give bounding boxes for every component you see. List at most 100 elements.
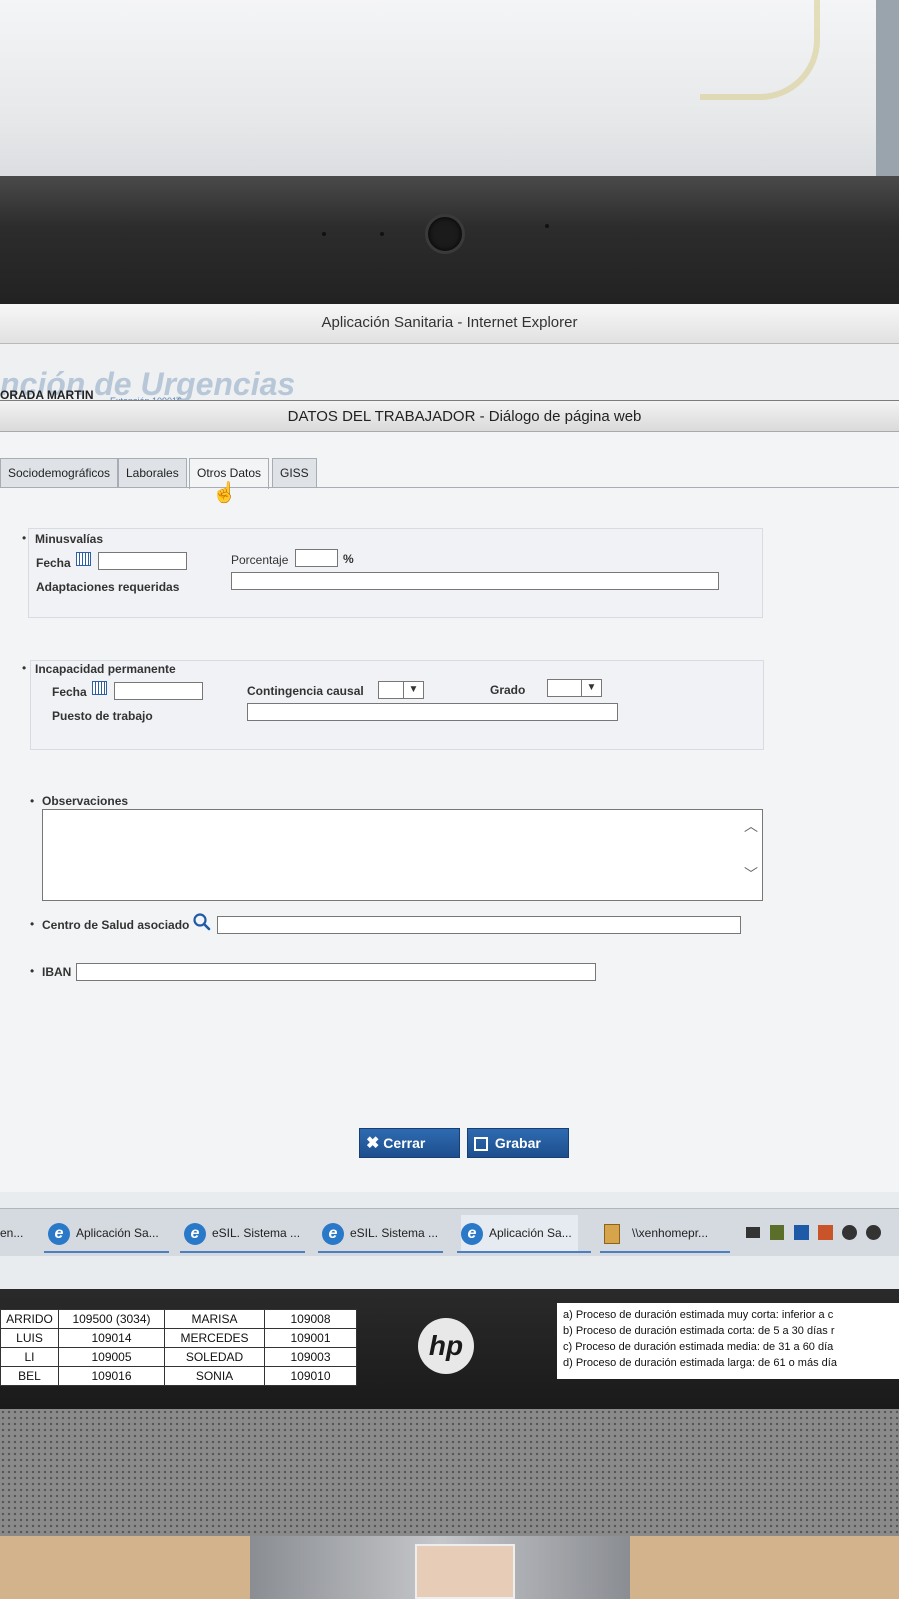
folder-icon bbox=[604, 1223, 620, 1244]
observaciones-heading: Observaciones bbox=[42, 794, 129, 808]
table-cell: ARRIDO bbox=[0, 1309, 59, 1329]
table-row: LUIS 109014 MERCEDES 109001 bbox=[0, 1328, 357, 1348]
taskbar-item-esil[interactable]: e eSIL. Sistema ... bbox=[184, 1215, 300, 1251]
search-icon[interactable] bbox=[192, 912, 212, 932]
taskbar-active-indicator bbox=[600, 1251, 730, 1253]
scroll-up-icon[interactable]: ︿ bbox=[744, 816, 758, 836]
contingencia-select[interactable]: ▼ bbox=[378, 681, 424, 699]
window-frame bbox=[876, 0, 899, 180]
internet-explorer-icon: e bbox=[184, 1222, 206, 1245]
centro-salud-input[interactable] bbox=[217, 916, 741, 934]
note-line: b) Proceso de duración estimada corta: d… bbox=[563, 1325, 835, 1337]
webcam bbox=[425, 214, 465, 254]
headset-icon[interactable] bbox=[866, 1225, 881, 1240]
tab-laborales[interactable]: Laborales bbox=[118, 458, 187, 488]
speaker-grille bbox=[0, 1409, 899, 1536]
tray-app-icon[interactable] bbox=[818, 1225, 833, 1240]
taskbar-item-folder[interactable]: \\xenhomepr... bbox=[604, 1215, 708, 1251]
internet-explorer-icon: e bbox=[48, 1222, 70, 1245]
taskbar-item-aplicacion[interactable]: e Aplicación Sa... bbox=[48, 1215, 159, 1251]
mail-icon[interactable] bbox=[746, 1227, 760, 1238]
extension-sheet: ARRIDO 109500 (3034) MARISA 109008 LUIS … bbox=[0, 1309, 357, 1386]
close-icon: ✖ bbox=[366, 1135, 380, 1152]
puesto-input[interactable] bbox=[247, 703, 618, 721]
percent-sign: % bbox=[343, 552, 354, 566]
browser-title-bar[interactable]: Aplicación Sanitaria - Internet Explorer bbox=[0, 304, 899, 344]
photo bbox=[415, 1544, 515, 1599]
iban-label: IBAN bbox=[42, 965, 72, 979]
bullet-icon: • bbox=[30, 794, 35, 808]
taskbar-item[interactable]: en... bbox=[0, 1215, 23, 1251]
taskbar-label: Aplicación Sa... bbox=[76, 1226, 159, 1240]
table-row: ARRIDO 109500 (3034) MARISA 109008 bbox=[0, 1309, 357, 1329]
taskbar-label: eSIL. Sistema ... bbox=[350, 1226, 439, 1240]
tab-label: Otros Datos bbox=[197, 466, 262, 480]
table-row: BEL 109016 SONIA 109010 bbox=[0, 1366, 357, 1386]
grado-select[interactable]: ▼ bbox=[547, 679, 602, 697]
incapacidad-heading: Incapacidad permanente bbox=[35, 662, 176, 676]
tab-label: Laborales bbox=[126, 466, 179, 480]
hand-cursor-icon: ☝ bbox=[212, 482, 237, 504]
contingencia-label: Contingencia causal bbox=[247, 684, 364, 698]
note-line: a) Proceso de duración estimada muy cort… bbox=[563, 1309, 834, 1321]
sensor-dot bbox=[380, 232, 384, 236]
table-cell: 109010 bbox=[264, 1366, 357, 1386]
minusvalias-fecha-input[interactable] bbox=[98, 552, 187, 570]
iban-input[interactable] bbox=[76, 963, 596, 981]
duration-note: a) Proceso de duración estimada muy cort… bbox=[557, 1303, 899, 1379]
cerrar-label: Cerrar bbox=[383, 1135, 426, 1151]
taskbar-item-esil[interactable]: e eSIL. Sistema ... bbox=[322, 1215, 438, 1251]
bullet-icon: • bbox=[22, 661, 27, 675]
taskbar-active-indicator bbox=[44, 1251, 169, 1253]
tab-label: GISS bbox=[280, 466, 309, 480]
grabar-button[interactable]: Grabar bbox=[467, 1128, 569, 1158]
table-row: LI 109005 SOLEDAD 109003 bbox=[0, 1347, 357, 1367]
porcentaje-input[interactable] bbox=[295, 549, 338, 567]
minusvalias-fecha-label: Fecha bbox=[36, 556, 71, 570]
bullet-icon: • bbox=[22, 531, 27, 545]
taskbar-item-aplicacion[interactable]: e Aplicación Sa... bbox=[461, 1215, 578, 1251]
table-cell: 109016 bbox=[58, 1366, 165, 1386]
table-cell: 109001 bbox=[264, 1328, 357, 1348]
note-line: d) Proceso de duración estimada larga: d… bbox=[563, 1357, 837, 1369]
cerrar-button[interactable]: ✖ Cerrar bbox=[359, 1128, 460, 1158]
porcentaje-label: Porcentaje bbox=[231, 553, 289, 567]
hp-logo: hp bbox=[418, 1318, 474, 1374]
calendar-icon[interactable] bbox=[76, 552, 91, 566]
tray-app-icon[interactable] bbox=[842, 1225, 857, 1240]
taskbar-label: Aplicación Sa... bbox=[489, 1226, 572, 1240]
tab-sociodemograficos[interactable]: Sociodemográficos bbox=[0, 458, 119, 488]
table-cell: 109005 bbox=[58, 1347, 165, 1367]
table-cell: MERCEDES bbox=[164, 1328, 265, 1348]
tab-giss[interactable]: GISS bbox=[272, 458, 317, 488]
observaciones-textarea[interactable] bbox=[42, 809, 763, 901]
calendar-icon[interactable] bbox=[92, 681, 107, 695]
bullet-icon: • bbox=[30, 964, 35, 978]
table-cell: 109500 (3034) bbox=[58, 1309, 165, 1329]
scroll-down-icon[interactable]: ﹀ bbox=[744, 864, 758, 884]
taskbar-active-indicator bbox=[180, 1251, 305, 1253]
dialog-title: DATOS DEL TRABAJADOR - Diálogo de página… bbox=[287, 408, 642, 425]
adaptaciones-input[interactable] bbox=[231, 572, 719, 590]
table-cell: BEL bbox=[0, 1366, 59, 1386]
internet-explorer-icon: e bbox=[461, 1222, 483, 1245]
incapacidad-fecha-input[interactable] bbox=[114, 682, 203, 700]
dialog-body: Sociodemográficos Laborales Otros Datos … bbox=[0, 432, 899, 1192]
sensor-dot bbox=[545, 224, 549, 228]
save-icon bbox=[474, 1137, 488, 1152]
taskbar-active-indicator bbox=[318, 1251, 443, 1253]
dialog-title-bar[interactable]: DATOS DEL TRABAJADOR - Diálogo de página… bbox=[0, 400, 899, 432]
grado-label: Grado bbox=[490, 683, 526, 697]
outlook-icon[interactable] bbox=[794, 1225, 809, 1240]
incapacidad-fecha-label: Fecha bbox=[52, 685, 87, 699]
table-cell: SONIA bbox=[164, 1366, 265, 1386]
tray-app-icon[interactable] bbox=[770, 1225, 784, 1240]
screen: Aplicación Sanitaria - Internet Explorer… bbox=[0, 304, 899, 1289]
table-cell: 109003 bbox=[264, 1347, 357, 1367]
table-cell: MARISA bbox=[164, 1309, 265, 1329]
table-cell: LI bbox=[0, 1347, 59, 1367]
table-cell: 109014 bbox=[58, 1328, 165, 1348]
sensor-dot bbox=[322, 232, 326, 236]
taskbar-label: \\xenhomepr... bbox=[632, 1226, 709, 1240]
internet-explorer-icon: e bbox=[322, 1222, 344, 1245]
